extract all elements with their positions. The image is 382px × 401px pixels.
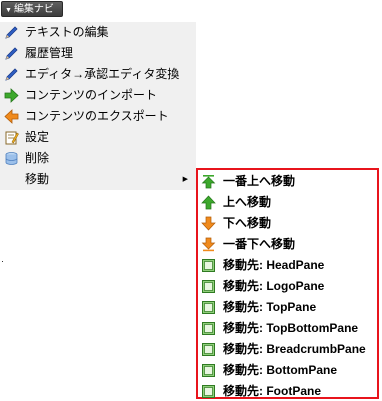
pane-icon	[202, 301, 215, 314]
submenu-item-move-top[interactable]: 一番上へ移動	[198, 171, 377, 192]
settings-document-icon	[5, 131, 19, 145]
submenu-item-label: 一番上へ移動	[223, 174, 296, 188]
submenu-item-move-down[interactable]: 下へ移動	[198, 213, 377, 234]
submenu-item-label: 下へ移動	[223, 216, 272, 230]
pane-icon	[202, 385, 215, 398]
menu-item-label: エディタ→承認エディタ変換	[25, 67, 180, 81]
edit-navi-button[interactable]: ▼ 編集ナビ	[1, 1, 63, 17]
submenu-item-label: 移動先: TopPane	[223, 300, 317, 314]
menu-item-settings[interactable]: 設定	[0, 127, 196, 148]
submenu-item-label: 移動先: FootPane	[223, 384, 321, 398]
menu-item-label: 設定	[25, 130, 50, 144]
stray-dot	[2, 261, 3, 262]
edit-navi-label: 編集ナビ	[13, 4, 54, 15]
menu-item-editor-convert[interactable]: エディタ→承認エディタ変換	[0, 64, 196, 85]
menu-item-label: 移動	[25, 172, 50, 186]
menu-item-export[interactable]: コンテンツのエクスポート	[0, 106, 196, 127]
pane-icon	[202, 322, 215, 335]
pane-icon	[202, 343, 215, 356]
submenu-item-move-bottom[interactable]: 一番下へ移動	[198, 234, 377, 255]
pane-icon	[202, 280, 215, 293]
dropdown-arrow-icon: ▼	[5, 7, 12, 14]
submenu-item-dest-logopane[interactable]: 移動先: LogoPane	[198, 276, 377, 297]
menu-item-label: テキストの編集	[25, 25, 109, 39]
submenu-item-dest-headpane[interactable]: 移動先: HeadPane	[198, 255, 377, 276]
submenu-item-label: 移動先: BottomPane	[223, 363, 338, 377]
pane-icon	[202, 364, 215, 377]
submenu-item-label: 上へ移動	[223, 195, 272, 209]
menu-item-import[interactable]: コンテンツのインポート	[0, 85, 196, 106]
menu-item-history[interactable]: 履歴管理	[0, 43, 196, 64]
submenu-item-label: 移動先: TopBottomPane	[223, 321, 359, 335]
menu-item-label: コンテンツのエクスポート	[25, 109, 169, 123]
database-icon	[5, 152, 18, 165]
arrow-up-icon	[201, 195, 216, 210]
submenu-item-dest-breadcrumbpane[interactable]: 移動先: BreadcrumbPane	[198, 339, 377, 360]
submenu-item-label: 移動先: HeadPane	[223, 258, 325, 272]
pencil-icon	[5, 47, 18, 60]
pencil-icon	[5, 68, 18, 81]
submenu-arrow-icon: ▶	[182, 176, 188, 183]
move-submenu: 一番上へ移動 上へ移動 下へ移動 一番下へ移動 移動先: HeadPane 移動…	[196, 168, 379, 399]
arrow-left-icon	[4, 109, 19, 124]
submenu-item-dest-bottompane[interactable]: 移動先: BottomPane	[198, 360, 377, 381]
edit-navi-menu: テキストの編集 履歴管理 エディタ→承認エディタ変換 コンテンツのインポート コ…	[0, 22, 196, 190]
menu-item-move[interactable]: 移動 ▶	[0, 169, 196, 190]
submenu-item-dest-footpane[interactable]: 移動先: FootPane	[198, 381, 377, 401]
menu-item-label: 履歴管理	[25, 46, 74, 60]
menu-item-delete[interactable]: 削除	[0, 148, 196, 169]
pane-icon	[202, 259, 215, 272]
submenu-item-label: 移動先: LogoPane	[223, 279, 325, 293]
menu-item-label: コンテンツのインポート	[25, 88, 158, 102]
menu-item-edit-text[interactable]: テキストの編集	[0, 22, 196, 43]
submenu-item-dest-toppane[interactable]: 移動先: TopPane	[198, 297, 377, 318]
submenu-item-label: 移動先: BreadcrumbPane	[223, 342, 366, 356]
pencil-icon	[5, 26, 18, 39]
arrow-up-top-icon	[201, 175, 216, 189]
submenu-item-label: 一番下へ移動	[223, 237, 296, 251]
submenu-item-move-up[interactable]: 上へ移動	[198, 192, 377, 213]
arrow-down-icon	[201, 216, 216, 231]
arrow-right-icon	[4, 88, 19, 103]
submenu-item-dest-topbottompane[interactable]: 移動先: TopBottomPane	[198, 318, 377, 339]
menu-item-label: 削除	[25, 151, 50, 165]
page: ▼ 編集ナビ テキストの編集 履歴管理 エディタ→承認エディタ変換 コンテンツの…	[0, 0, 382, 401]
arrow-down-bottom-icon	[201, 237, 216, 252]
